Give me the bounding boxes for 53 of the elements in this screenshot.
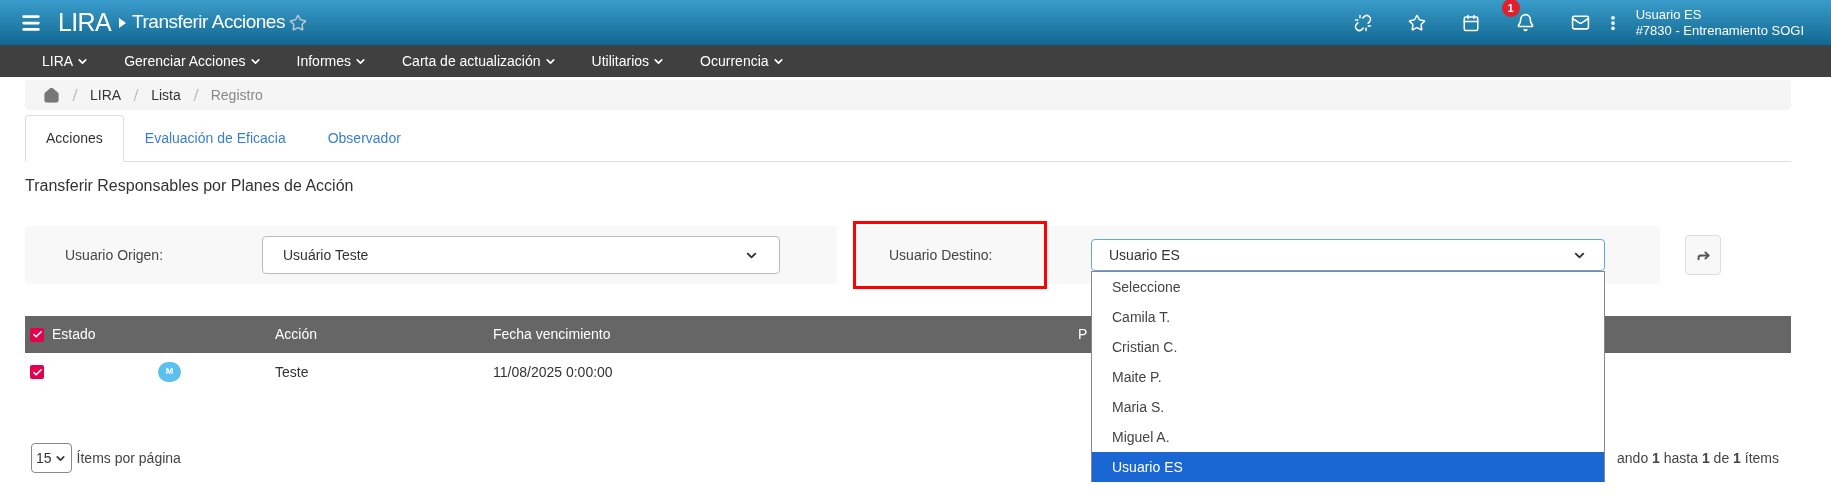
- tab[interactable]: Evaluación de Eficacia: [123, 115, 307, 162]
- menu-item[interactable]: Ocurrencia: [700, 50, 785, 72]
- calendar-icon[interactable]: [1461, 13, 1480, 32]
- breadcrumb-separator: [72, 88, 78, 102]
- row-checkbox[interactable]: [30, 365, 44, 379]
- table-cell-text: 11/08/2025 0:00:00: [493, 362, 613, 382]
- field-label: Usuario Origen:: [65, 245, 165, 265]
- column-header: Acción: [275, 325, 319, 344]
- dropdown-option[interactable]: Usuario ES: [1092, 452, 1604, 482]
- favorite-star-icon[interactable]: [289, 13, 307, 32]
- section-title: Transferir Responsables por Planes de Acción: [25, 176, 355, 196]
- table-cell-text: Teste: [275, 362, 310, 382]
- breadcrumb-item[interactable]: LIRA: [90, 84, 122, 106]
- breadcrumb-item: Registro: [210, 85, 263, 105]
- menu-item[interactable]: LIRA: [42, 50, 90, 72]
- star-icon[interactable]: [1407, 13, 1426, 32]
- tab[interactable]: Observador: [306, 115, 422, 162]
- status-badge: M: [158, 362, 181, 382]
- caret-icon: [119, 17, 127, 28]
- breadcrumb-item[interactable]: Lista: [151, 84, 181, 106]
- home-icon[interactable]: [43, 86, 60, 104]
- notification-badge: 1: [1501, 0, 1520, 17]
- menu-item[interactable]: Informes: [296, 50, 367, 72]
- breadcrumb-separator: [192, 88, 199, 102]
- app-title[interactable]: LIRA: [58, 3, 112, 42]
- select-field[interactable]: Usuario ES: [1091, 239, 1605, 271]
- tab[interactable]: Acciones: [25, 115, 124, 162]
- dropdown-option[interactable]: Maria S.: [1092, 392, 1604, 422]
- breadcrumb-separator: [133, 88, 140, 102]
- select-all-checkbox[interactable]: [30, 327, 44, 342]
- mail-icon[interactable]: [1570, 13, 1590, 32]
- dropdown-option[interactable]: Cristian C.: [1092, 332, 1604, 362]
- menu-item[interactable]: Utilitarios: [591, 50, 666, 72]
- field-label: Usuario Destino:: [889, 245, 993, 265]
- page-size-select[interactable]: 15: [31, 443, 72, 473]
- column-header: Estado: [52, 325, 96, 344]
- column-header: P: [1078, 325, 1088, 344]
- menu-item[interactable]: Gerenciar Acciones: [124, 50, 262, 72]
- user-name[interactable]: Usuario ES: [1635, 6, 1804, 23]
- broken-link-icon[interactable]: [1353, 13, 1372, 32]
- dropdown-option[interactable]: Maite P.: [1092, 362, 1604, 392]
- pagination-summary: ando 1 hasta 1 de 1 ítems: [1617, 448, 1779, 468]
- dropdown-option[interactable]: Camila T.: [1092, 302, 1604, 332]
- per-page-label: Ítems por página: [76, 448, 181, 468]
- bell-icon[interactable]: [1515, 13, 1535, 32]
- forward-button[interactable]: [1685, 235, 1721, 275]
- page-title: Transferir Acciones: [132, 10, 285, 35]
- dropdown-option[interactable]: Seleccione: [1092, 272, 1604, 302]
- column-header: Fecha vencimiento: [493, 325, 612, 344]
- environment-name: #7830 - Entrenamiento SOGI: [1635, 22, 1804, 39]
- select-field[interactable]: Usuário Teste: [262, 236, 780, 274]
- menu-item[interactable]: Carta de actualización: [402, 50, 557, 72]
- dropdown-option[interactable]: Miguel A.: [1092, 422, 1604, 452]
